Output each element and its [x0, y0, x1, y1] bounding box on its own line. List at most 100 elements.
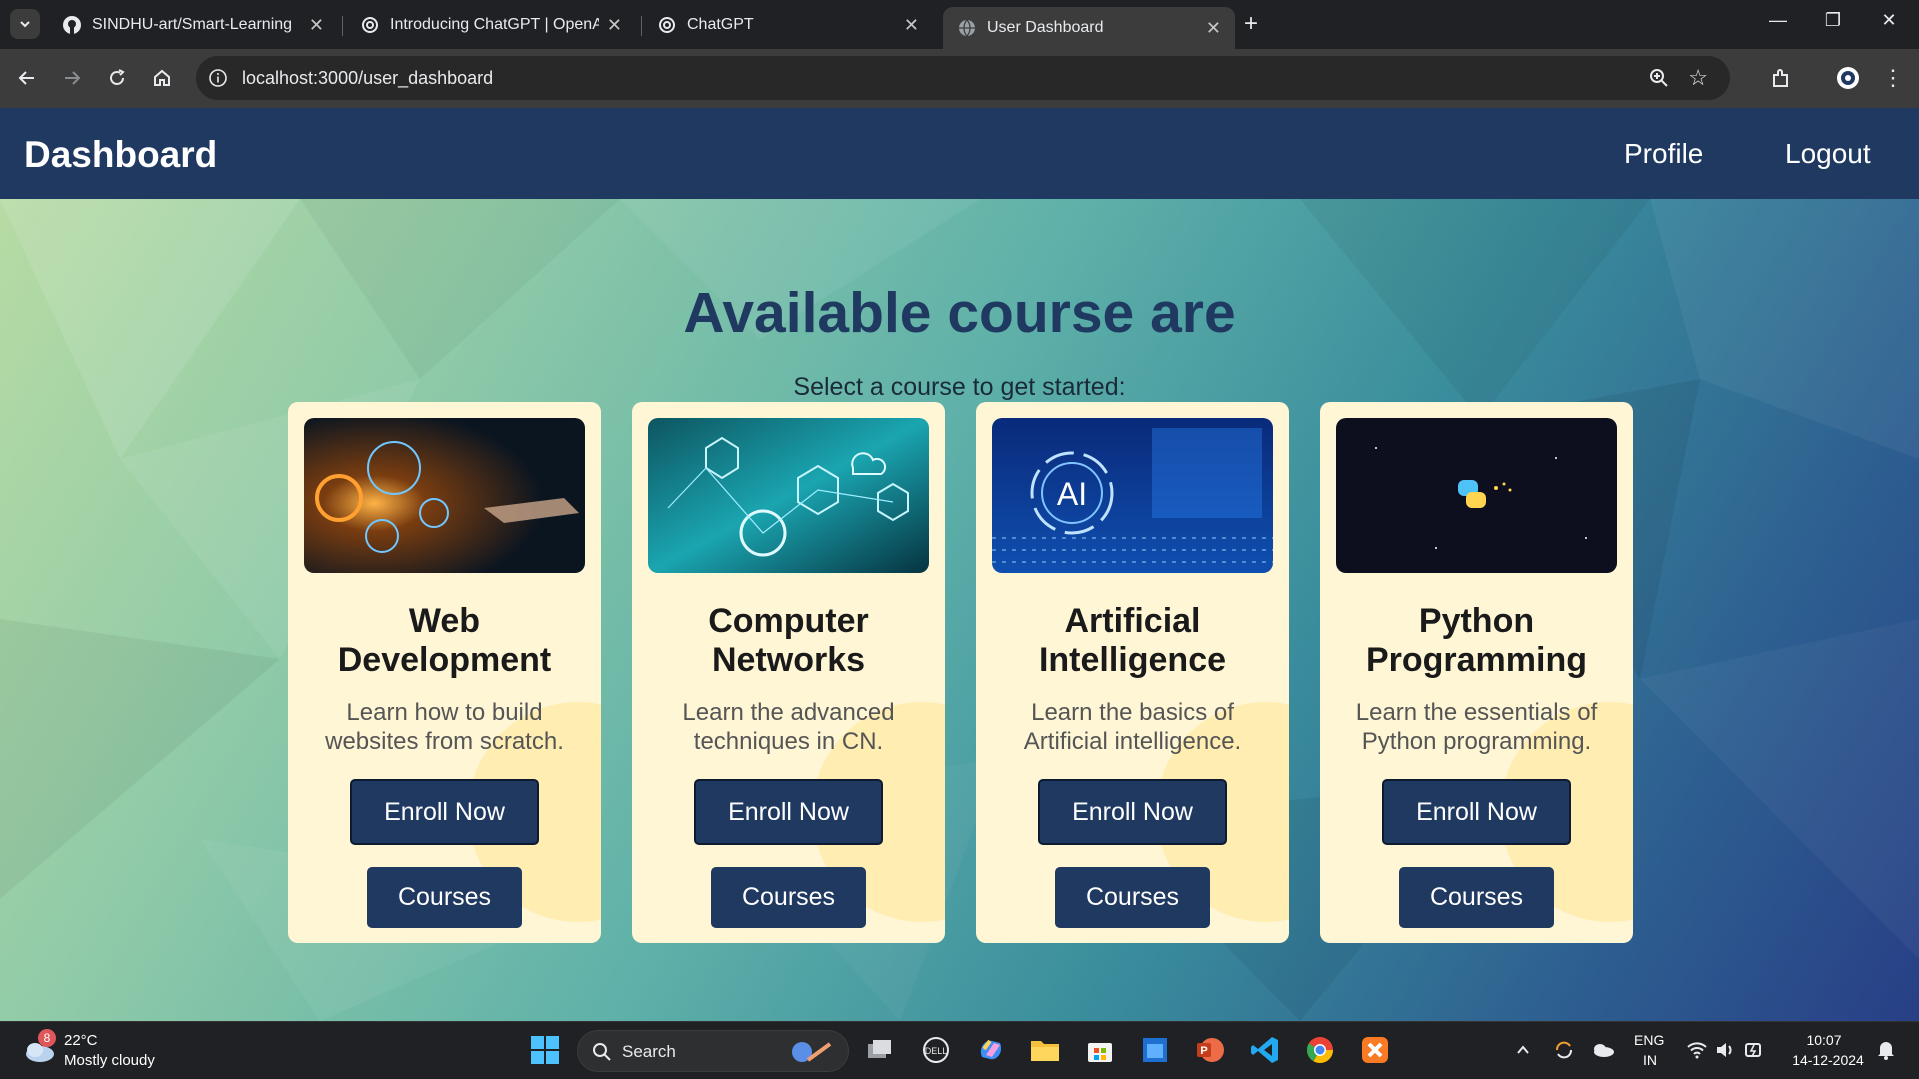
task-view-icon[interactable]	[862, 1032, 898, 1068]
tab-label: Introducing ChatGPT | OpenAI	[390, 16, 599, 33]
tab-chatgpt[interactable]: ChatGPT ✕	[643, 7, 933, 43]
minimize-icon[interactable]: —	[1763, 10, 1793, 31]
tab-label: User Dashboard	[987, 19, 1104, 36]
course-title: Artificial Intelligence	[1038, 602, 1227, 679]
course-description: Learn the basics of Artificial intellige…	[1023, 699, 1242, 755]
onedrive-icon[interactable]	[1585, 1032, 1621, 1068]
chevron-down-icon	[20, 21, 30, 28]
page-subheading: Select a course to get started:	[793, 373, 1126, 401]
course-title: Python Programming	[1365, 602, 1588, 679]
svg-text:P: P	[1200, 1045, 1207, 1057]
search-label: Search	[622, 1042, 676, 1061]
profile-avatar-icon[interactable]	[1833, 63, 1863, 93]
bookmark-star-icon[interactable]: ☆	[1688, 65, 1708, 91]
close-icon[interactable]: ✕	[1206, 18, 1221, 39]
tab-github[interactable]: SINDHU-art/Smart-Learning ✕	[48, 7, 338, 43]
tab-user-dashboard[interactable]: User Dashboard ✕	[943, 7, 1235, 49]
web-development-image	[304, 418, 585, 573]
course-card-computer-networks: Computer Networks Learn the advanced tec…	[632, 402, 945, 943]
app-navbar: Dashboard Profile Logout	[0, 108, 1919, 199]
sync-icon[interactable]	[1546, 1032, 1582, 1068]
back-arrow-icon[interactable]	[12, 63, 42, 93]
extensions-icon[interactable]	[1766, 63, 1796, 93]
brand-title[interactable]: Dashboard	[24, 134, 217, 176]
python-logo-image	[1336, 418, 1617, 573]
browser-tab-strip: SINDHU-art/Smart-Learning ✕ Introducing …	[0, 0, 1919, 49]
file-explorer-icon[interactable]	[1027, 1032, 1063, 1068]
new-tab-plus-icon[interactable]: +	[1244, 10, 1258, 38]
openai-icon	[657, 15, 677, 35]
weather-temperature[interactable]: 22°C	[64, 1032, 98, 1049]
course-card-python-programming: Python Programming Learn the essentials …	[1320, 402, 1633, 943]
more-menu-icon[interactable]: ⋮	[1878, 63, 1908, 93]
courses-button[interactable]: Courses	[1399, 867, 1554, 928]
home-icon[interactable]	[147, 63, 177, 93]
globe-icon	[957, 18, 977, 38]
computer-networks-image	[648, 418, 929, 573]
language-indicator[interactable]: ENG	[1634, 1032, 1664, 1048]
tab-label: SINDHU-art/Smart-Learning	[92, 16, 293, 33]
openai-icon	[360, 15, 380, 35]
course-description: Learn how to build websites from scratch…	[325, 699, 564, 755]
vscode-icon[interactable]	[1247, 1032, 1283, 1068]
svg-text:DELL: DELL	[925, 1046, 948, 1056]
microsoft-store-icon[interactable]	[1082, 1032, 1118, 1068]
course-title: Computer Networks	[708, 602, 869, 679]
course-title: Web Development	[337, 602, 552, 679]
reload-icon[interactable]	[102, 63, 132, 93]
chevron-up-icon[interactable]	[1505, 1032, 1541, 1068]
clock-date[interactable]: 14-12-2024	[1780, 1052, 1876, 1068]
course-card-web-development: Web Development Learn how to build websi…	[288, 402, 601, 943]
course-description: Learn the essentials of Python programmi…	[1355, 699, 1598, 755]
enroll-now-button[interactable]: Enroll Now	[694, 779, 883, 845]
page-heading: Available course are	[683, 281, 1236, 345]
powerpoint-icon[interactable]: P	[1192, 1032, 1228, 1068]
forward-arrow-icon[interactable]	[57, 63, 87, 93]
windows-taskbar: 8 22°C Mostly cloudy Search DELL P ENG I…	[0, 1021, 1919, 1079]
main-content: Available course are Select a course to …	[0, 199, 1919, 1021]
courses-button[interactable]: Courses	[367, 867, 522, 928]
tab-search-button[interactable]	[10, 9, 40, 39]
course-description: Learn the advanced techniques in CN.	[682, 699, 895, 755]
region-indicator[interactable]: IN	[1643, 1052, 1657, 1068]
search-highlight-icon	[792, 1042, 832, 1062]
ai-image-text: AI	[1057, 476, 1087, 512]
url-text[interactable]: localhost:3000/user_dashboard	[242, 68, 493, 89]
tab-openai[interactable]: Introducing ChatGPT | OpenAI ✕	[346, 7, 636, 43]
battery-icon[interactable]	[1736, 1032, 1772, 1068]
app-icon[interactable]	[1137, 1032, 1173, 1068]
windows-start-icon[interactable]	[527, 1032, 563, 1068]
courses-button[interactable]: Courses	[711, 867, 866, 928]
weather-alert-badge: 8	[38, 1029, 56, 1047]
tab-divider	[641, 16, 642, 36]
enroll-now-button[interactable]: Enroll Now	[1382, 779, 1571, 845]
github-icon	[62, 15, 82, 35]
courses-button[interactable]: Courses	[1055, 867, 1210, 928]
chrome-icon[interactable]	[1302, 1032, 1338, 1068]
zoom-icon[interactable]	[1648, 67, 1670, 94]
tab-divider	[342, 16, 343, 36]
weather-description[interactable]: Mostly cloudy	[64, 1052, 155, 1069]
artificial-intelligence-image: AI	[992, 418, 1273, 573]
nav-link-profile[interactable]: Profile	[1624, 138, 1703, 170]
taskbar-search[interactable]: Search	[577, 1030, 849, 1072]
clock-time[interactable]: 10:07	[1794, 1032, 1854, 1048]
enroll-now-button[interactable]: Enroll Now	[350, 779, 539, 845]
restore-icon[interactable]: ❐	[1818, 10, 1848, 31]
close-icon[interactable]: ✕	[607, 15, 622, 36]
notification-bell-icon[interactable]	[1868, 1032, 1904, 1068]
close-icon[interactable]: ✕	[309, 15, 324, 36]
site-info-icon[interactable]	[206, 66, 230, 90]
search-icon	[593, 1043, 611, 1061]
window-close-icon[interactable]: ✕	[1874, 10, 1904, 31]
browser-toolbar: localhost:3000/user_dashboard ☆ ⋮	[0, 49, 1919, 108]
copilot-icon[interactable]	[973, 1032, 1009, 1068]
close-icon[interactable]: ✕	[904, 15, 919, 36]
course-card-artificial-intelligence: AI Artificial Intelligence Learn the bas…	[976, 402, 1289, 943]
address-bar[interactable]: localhost:3000/user_dashboard ☆	[196, 56, 1730, 100]
nav-link-logout[interactable]: Logout	[1785, 138, 1871, 170]
dell-icon[interactable]: DELL	[918, 1032, 954, 1068]
enroll-now-button[interactable]: Enroll Now	[1038, 779, 1227, 845]
tab-label: ChatGPT	[687, 16, 754, 33]
xampp-icon[interactable]	[1357, 1032, 1393, 1068]
